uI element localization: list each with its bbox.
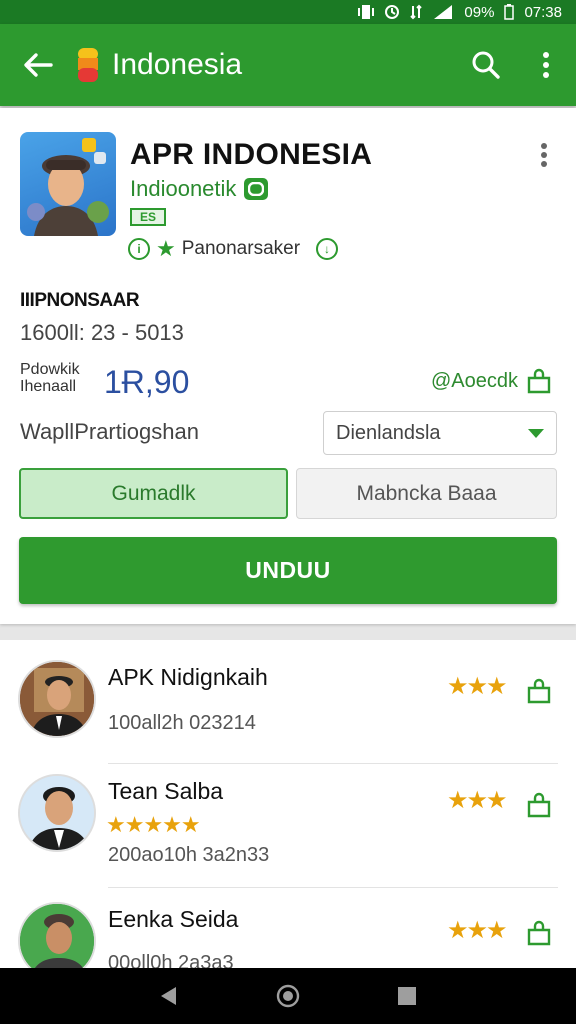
platform-label: WapllPrartiogshan [20,419,199,444]
bag-icon[interactable] [526,792,552,818]
status-icons [356,4,454,20]
app-detail-card: APR INDONESIA Indioonetik ES i ★ Panonar… [0,108,576,624]
secondary-button-right[interactable]: Mabncka Baaa [296,468,557,519]
search-icon [472,51,500,79]
item-meta: 200ao10h 3a2n33 [108,844,270,866]
battery-icon [504,4,515,20]
app-title: APR INDONESIA [130,138,373,171]
more-options-button[interactable] [516,24,576,106]
platform-dropdown[interactable]: Dienlandsla [323,411,557,455]
more-vert-icon [543,52,549,78]
rating-stars: ★★★ [447,673,508,700]
list-item[interactable]: APK Nidignkaih 100all2h 023214 ★★★ [0,640,576,764]
star-icon: ★ [156,236,176,261]
item-name: APK Nidignkaih [108,664,268,690]
item-meta: 100all2h 023214 [108,712,256,734]
price-link[interactable]: @Aoecdk [431,370,518,393]
app-bar-title: Indonesia [112,48,243,81]
rating-stars: ★★★ [447,787,508,814]
arrow-left-icon [24,53,53,77]
section-heading: IIIPNONSAAR [20,290,140,311]
download-button[interactable]: UNDUU [19,537,557,604]
bag-icon[interactable] [526,920,552,946]
developer-row: Indioonetik [130,176,269,202]
vibrate-icon [358,5,375,19]
back-button[interactable] [0,24,76,106]
home-circle-icon[interactable] [275,983,301,1009]
clock: 07:38 [524,3,562,21]
status-bar: 09% 07:38 [0,0,576,24]
info-circle-icon: i [128,238,150,260]
app-logo-icon [76,45,102,85]
content-tag: ES [130,208,166,226]
more-vert-icon [541,143,547,167]
secondary-button-left[interactable]: Gumadlk [19,468,288,519]
item-name: Tean Salba [108,778,224,804]
bag-icon [527,368,551,394]
recents-square-icon[interactable] [396,985,418,1007]
rating-stars: ★★★ [447,917,508,944]
app-icon[interactable] [20,132,116,236]
search-button[interactable] [456,24,516,106]
list-item[interactable]: Eenka Seida 00oll0h 2a3a3 ★★★ [0,888,576,968]
bag-icon[interactable] [526,678,552,704]
item-meta: 00oll0h 2a3a3 [108,952,234,968]
verified-badge-icon [244,178,269,200]
app-bar: Indonesia [0,24,576,106]
price-value: 1Ɍ,90 [104,364,190,400]
app-list: APK Nidignkaih 100all2h 023214 ★★★ Tean … [0,640,576,968]
developer-name[interactable]: Indioonetik [130,176,236,202]
inline-rating-stars: ★★★★★ [106,812,201,837]
card-more-button[interactable] [530,138,558,172]
avatar [18,902,96,968]
avatar [18,660,96,738]
alarm-icon [385,5,400,19]
data-icon [410,4,423,20]
meta-row: i ★ Panonarsaker ↓ [128,236,339,261]
signal-icon [434,5,453,19]
battery-level: 09% [464,3,495,21]
price-label: Pdowkik Ihenaall [20,361,80,395]
dropdown-value: Dienlandsla [336,421,441,444]
download-circle-icon: ↓ [316,238,339,260]
avatar [18,774,96,852]
list-item[interactable]: Tean Salba ★★★★★ 200ao10h 3a2n33 ★★★ [0,764,576,888]
section-subtitle: 1600ll: 23 - 5013 [20,320,184,345]
back-triangle-icon[interactable] [158,985,180,1007]
caret-down-icon [528,428,544,438]
system-nav-bar [0,968,576,1024]
meta-label: Panonarsaker [181,238,301,259]
price-link-row[interactable]: @Aoecdk [431,368,552,394]
item-name: Eenka Seida [108,906,239,932]
